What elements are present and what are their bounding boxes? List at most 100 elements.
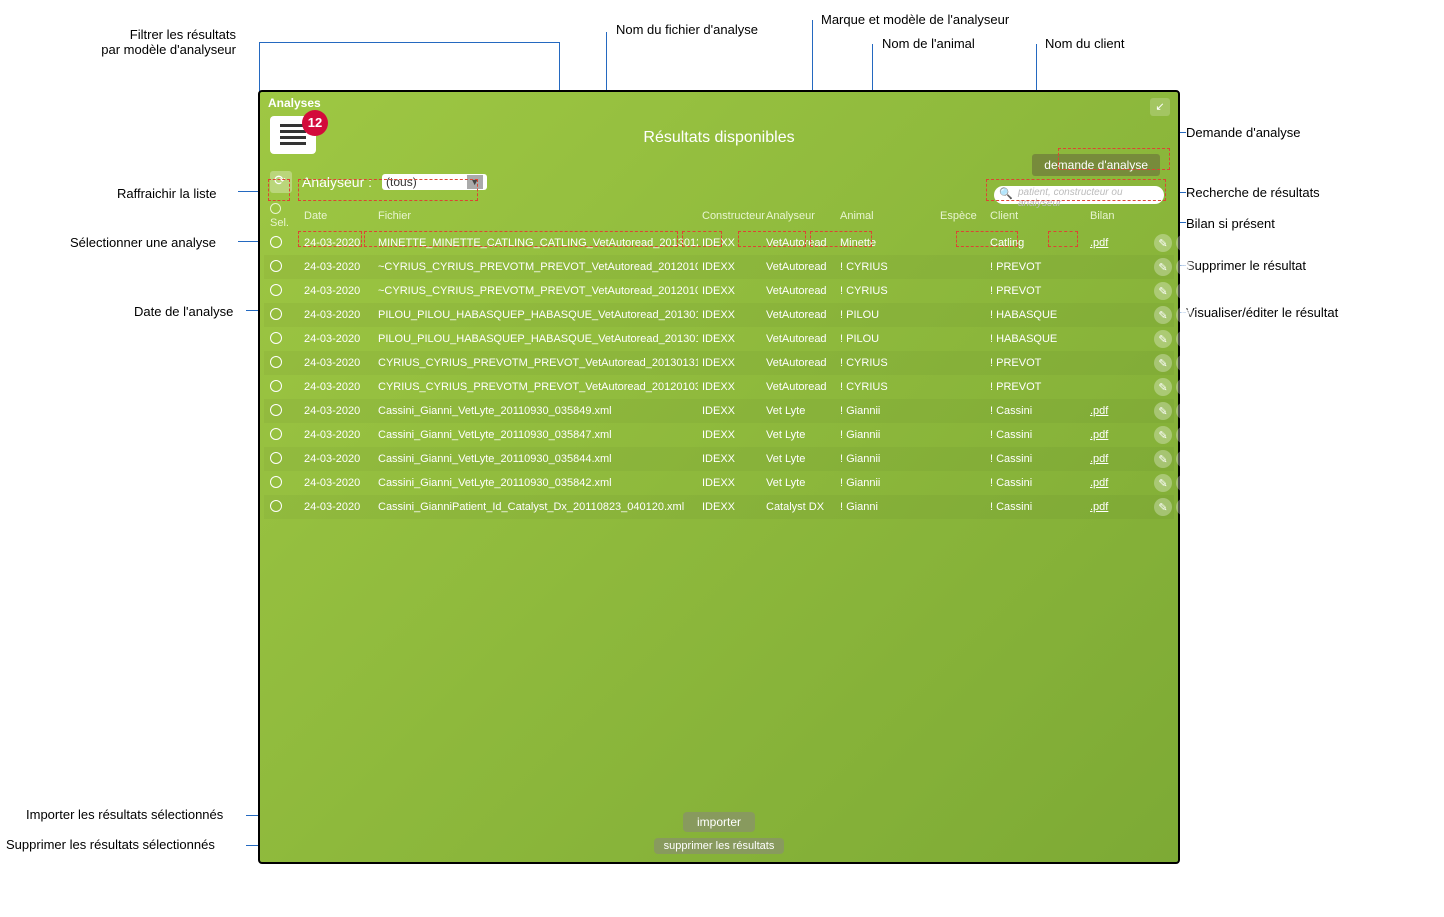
trash-icon[interactable]: 🗑 (1176, 378, 1194, 396)
trash-icon[interactable]: 🗑 (1176, 282, 1194, 300)
edit-icon[interactable]: ✎ (1154, 234, 1172, 252)
col-animal[interactable]: Animal (840, 210, 936, 222)
cell-bilan[interactable]: .pdf (1090, 453, 1130, 465)
cell-constructeur: IDEXX (702, 357, 762, 369)
cell-constructeur: IDEXX (702, 309, 762, 321)
row-select-circle[interactable] (270, 260, 282, 272)
row-select-circle[interactable] (270, 404, 282, 416)
cell-constructeur: IDEXX (702, 237, 762, 249)
cell-bilan[interactable]: .pdf (1090, 237, 1130, 249)
row-select-circle[interactable] (270, 428, 282, 440)
cell-animal: ! PILOU (840, 333, 936, 345)
cell-animal: ! Giannii (840, 477, 936, 489)
cell-animal: ! CYRIUS (840, 285, 936, 297)
cell-constructeur: IDEXX (702, 405, 762, 417)
trash-icon[interactable]: 🗑 (1176, 474, 1194, 492)
edit-icon[interactable]: ✎ (1154, 450, 1172, 468)
cell-date: 24-03-2020 (304, 405, 374, 417)
table-row[interactable]: 24-03-2020 ~CYRIUS_CYRIUS_PREVOTM_PREVOT… (264, 255, 1174, 279)
cell-file: PILOU_PILOU_HABASQUEP_HABASQUE_VetAutore… (378, 309, 698, 321)
table-row[interactable]: 24-03-2020 CYRIUS_CYRIUS_PREVOTM_PREVOT_… (264, 351, 1174, 375)
trash-icon[interactable]: 🗑 (1176, 450, 1194, 468)
cell-date: 24-03-2020 (304, 453, 374, 465)
table-row[interactable]: 24-03-2020 PILOU_PILOU_HABASQUEP_HABASQU… (264, 303, 1174, 327)
edit-icon[interactable]: ✎ (1154, 474, 1172, 492)
cell-bilan[interactable]: .pdf (1090, 477, 1130, 489)
cell-client: ! HABASQUE (990, 309, 1086, 321)
trash-icon[interactable]: 🗑 (1176, 498, 1194, 516)
cell-date: 24-03-2020 (304, 357, 374, 369)
table-row[interactable]: 24-03-2020 Cassini_Gianni_VetLyte_201109… (264, 471, 1174, 495)
table-row[interactable]: 24-03-2020 Cassini_GianniPatient_Id_Cata… (264, 495, 1174, 519)
delete-results-button[interactable]: supprimer les résultats (654, 838, 785, 854)
cell-animal: ! CYRIUS (840, 357, 936, 369)
cell-analyseur: Vet Lyte (766, 477, 836, 489)
annotation-deletesel: Supprimer les résultats sélectionnés (6, 837, 215, 852)
cell-analyseur: VetAutoread (766, 381, 836, 393)
row-select-circle[interactable] (270, 284, 282, 296)
table-row[interactable]: 24-03-2020 CYRIUS_CYRIUS_PREVOTM_PREVOT_… (264, 375, 1174, 399)
demande-analyse-button[interactable]: demande d'analyse (1032, 154, 1160, 176)
row-select-circle[interactable] (270, 380, 282, 392)
col-bilan[interactable]: Bilan (1090, 210, 1130, 222)
row-select-circle[interactable] (270, 476, 282, 488)
col-client[interactable]: Client (990, 210, 1086, 222)
annotation-search: Recherche de résultats (1186, 185, 1320, 200)
edit-icon[interactable]: ✎ (1154, 378, 1172, 396)
annotation-view: Visualiser/éditer le résultat (1186, 305, 1338, 320)
table-row[interactable]: 24-03-2020 Cassini_Gianni_VetLyte_201109… (264, 399, 1174, 423)
cell-bilan[interactable]: .pdf (1090, 405, 1130, 417)
cell-constructeur: IDEXX (702, 285, 762, 297)
cell-analyseur: VetAutoread (766, 309, 836, 321)
trash-icon[interactable]: 🗑 (1176, 330, 1194, 348)
row-select-circle[interactable] (270, 452, 282, 464)
table-row[interactable]: 24-03-2020 PILOU_PILOU_HABASQUEP_HABASQU… (264, 327, 1174, 351)
cell-client: ! PREVOT (990, 357, 1086, 369)
cell-constructeur: IDEXX (702, 261, 762, 273)
search-input[interactable]: patient, constructeur ou analyseur (994, 186, 1164, 204)
cell-analyseur: Vet Lyte (766, 429, 836, 441)
col-constructeur[interactable]: Constructeur (702, 210, 762, 222)
col-analyseur[interactable]: Analyseur (766, 210, 836, 222)
row-select-circle[interactable] (270, 332, 282, 344)
col-file[interactable]: Fichier (378, 210, 698, 222)
annotation-select: Sélectionner une analyse (70, 235, 216, 250)
edit-icon[interactable]: ✎ (1154, 306, 1172, 324)
cell-bilan[interactable]: .pdf (1090, 501, 1130, 513)
import-button[interactable]: importer (683, 812, 755, 832)
select-all-circle[interactable] (270, 203, 281, 214)
col-espece[interactable]: Espèce (940, 210, 986, 222)
cell-date: 24-03-2020 (304, 429, 374, 441)
panel-title: Analyses (260, 92, 1178, 110)
cell-file: PILOU_PILOU_HABASQUEP_HABASQUE_VetAutore… (378, 333, 698, 345)
table-row[interactable]: 24-03-2020 ~CYRIUS_CYRIUS_PREVOTM_PREVOT… (264, 279, 1174, 303)
trash-icon[interactable]: 🗑 (1176, 354, 1194, 372)
row-select-circle[interactable] (270, 356, 282, 368)
analyseur-select[interactable]: (tous) ▼ (382, 174, 487, 190)
row-select-circle[interactable] (270, 236, 282, 248)
row-select-circle[interactable] (270, 500, 282, 512)
trash-icon[interactable]: 🗑 (1176, 258, 1194, 276)
edit-icon[interactable]: ✎ (1154, 426, 1172, 444)
refresh-button[interactable] (270, 171, 292, 193)
edit-icon[interactable]: ✎ (1154, 402, 1172, 420)
edit-icon[interactable]: ✎ (1154, 282, 1172, 300)
table-row[interactable]: 24-03-2020 Cassini_Gianni_VetLyte_201109… (264, 447, 1174, 471)
col-sel: Sel. (270, 217, 289, 229)
trash-icon[interactable]: 🗑 (1176, 426, 1194, 444)
trash-icon[interactable]: 🗑 (1176, 234, 1194, 252)
edit-icon[interactable]: ✎ (1154, 354, 1172, 372)
annotation-import: Importer les résultats sélectionnés (26, 807, 223, 822)
annotation-date: Date de l'analyse (134, 304, 233, 319)
edit-icon[interactable]: ✎ (1154, 258, 1172, 276)
edit-icon[interactable]: ✎ (1154, 498, 1172, 516)
cell-constructeur: IDEXX (702, 453, 762, 465)
cell-bilan[interactable]: .pdf (1090, 429, 1130, 441)
trash-icon[interactable]: 🗑 (1176, 306, 1194, 324)
row-select-circle[interactable] (270, 308, 282, 320)
trash-icon[interactable]: 🗑 (1176, 402, 1194, 420)
table-row[interactable]: 24-03-2020 Cassini_Gianni_VetLyte_201109… (264, 423, 1174, 447)
table-row[interactable]: 24-03-2020 MINETTE_MINETTE_CATLING_CATLI… (264, 231, 1174, 255)
col-date[interactable]: Date (304, 210, 374, 222)
edit-icon[interactable]: ✎ (1154, 330, 1172, 348)
